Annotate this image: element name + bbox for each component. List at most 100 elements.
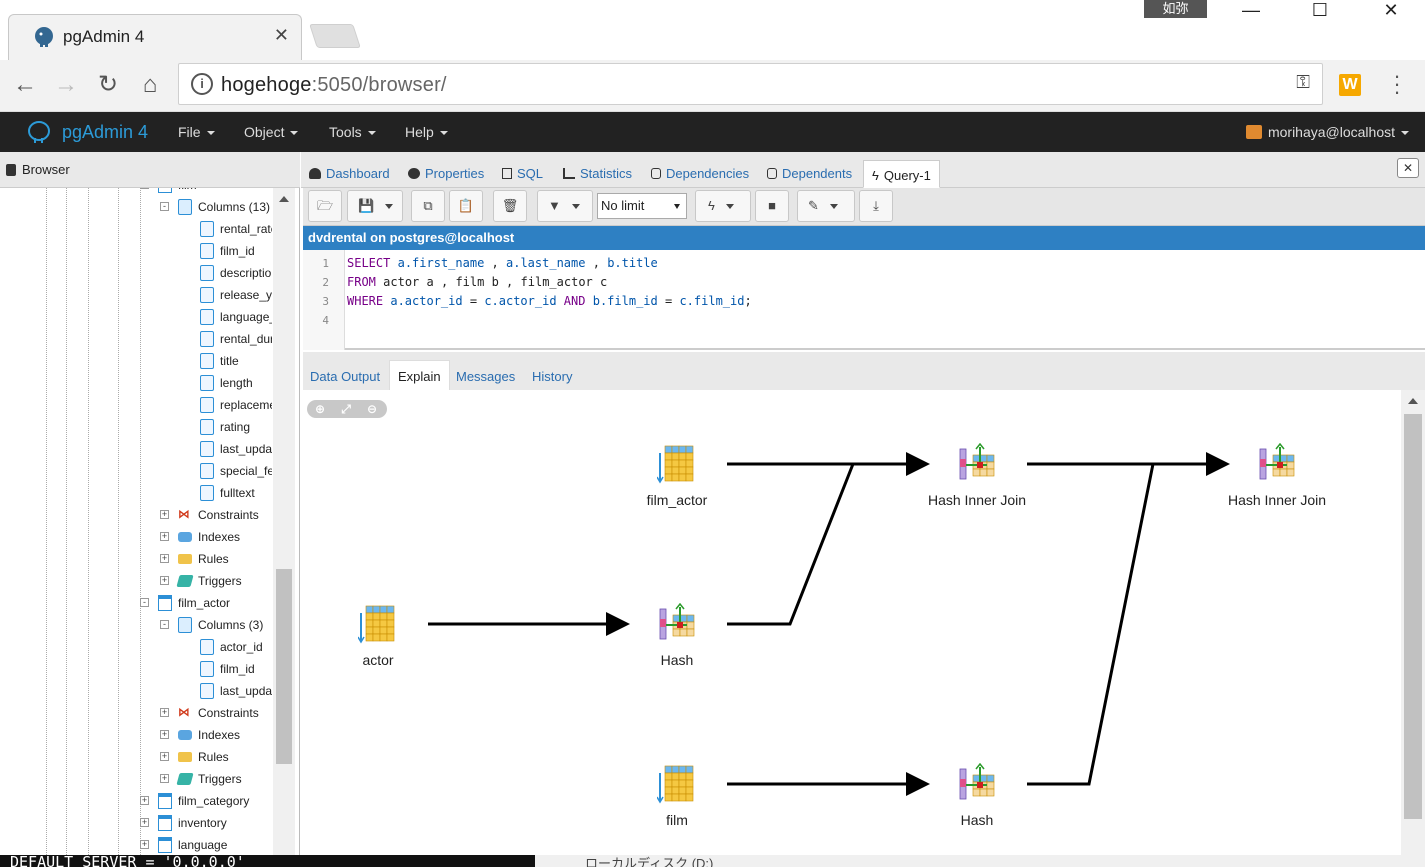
expand-icon[interactable]: + [160, 510, 169, 519]
expand-icon[interactable]: + [140, 796, 149, 805]
explain-scroll-thumb[interactable] [1404, 414, 1422, 819]
browser-panel-header: Browser [0, 152, 300, 188]
chevron-down-icon[interactable] [571, 204, 580, 210]
menu-tools[interactable]: Tools [329, 124, 376, 140]
chevron-down-icon[interactable] [725, 204, 734, 210]
delete-button[interactable]: 🗑 [493, 190, 527, 222]
tree-node-label: replacement_cost [220, 398, 272, 412]
scroll-up-icon[interactable] [1408, 398, 1418, 404]
hand-icon [651, 168, 661, 179]
explain-scrollbar[interactable] [1401, 390, 1425, 867]
extension-icon[interactable]: W [1339, 74, 1361, 96]
line-number: 4 [322, 314, 329, 327]
tree-node-label: description [220, 266, 272, 280]
tab-close-icon[interactable]: ✕ [274, 25, 289, 46]
column-icon [200, 309, 214, 325]
tree-node-label: film_id [220, 662, 255, 676]
tab-dependencies[interactable]: Dependencies [651, 166, 749, 181]
expand-icon[interactable]: + [140, 818, 149, 827]
collapse-icon[interactable]: - [140, 188, 149, 189]
expand-icon[interactable]: + [160, 554, 169, 563]
tree-node-label: film_actor [178, 596, 231, 610]
explain-canvas: ⊕ ⤢ ⊖ film_actor Hash Inner Join Hash In… [303, 390, 1401, 867]
tree-scroll-thumb[interactable] [276, 569, 292, 764]
column-icon [200, 441, 214, 457]
execute-button[interactable]: ϟ [695, 190, 751, 222]
column-icon [200, 661, 214, 677]
column-icon [200, 265, 214, 281]
chevron-down-icon[interactable] [829, 204, 838, 210]
tab-messages[interactable]: Messages [456, 369, 515, 384]
tab-data-output[interactable]: Data Output [310, 369, 380, 384]
key-icon[interactable]: ⚿ [1296, 72, 1310, 93]
collapse-icon[interactable]: - [160, 202, 169, 211]
plan-node[interactable]: Hash [907, 762, 1047, 828]
browser-menu-icon[interactable]: · · · [1390, 65, 1404, 103]
tab-dependents[interactable]: Dependents [767, 166, 852, 181]
minimize-icon[interactable]: — [1228, 0, 1274, 22]
tab-query-1[interactable]: ϟ Query-1 [863, 160, 940, 188]
chevron-down-icon[interactable] [385, 204, 394, 210]
forward-icon[interactable]: → [51, 70, 81, 100]
expand-icon[interactable]: + [160, 774, 169, 783]
close-panel-icon[interactable]: ✕ [1397, 158, 1419, 178]
column-icon [200, 485, 214, 501]
column-icon [200, 287, 214, 303]
triggers-icon [176, 773, 194, 785]
expand-icon[interactable]: + [140, 840, 149, 849]
plan-node[interactable]: Hash Inner Join [907, 442, 1047, 508]
object-tree: -film-Columns (13)rental_ratefilm_iddesc… [0, 188, 272, 867]
new-tab-button[interactable] [309, 24, 361, 48]
open-file-button[interactable]: 🗁 [308, 190, 342, 222]
plan-node[interactable]: actor [308, 603, 448, 668]
copy-button[interactable]: ⧉ [411, 190, 445, 222]
tree-node-label: release_year [220, 288, 272, 302]
hash-join-icon [959, 762, 995, 800]
plan-node[interactable]: Hash Inner Join [1207, 442, 1347, 508]
tab-history[interactable]: History [532, 369, 572, 384]
info-icon[interactable]: i [191, 73, 213, 95]
user-menu[interactable]: morihaya@localhost [1245, 124, 1409, 140]
window-close-icon[interactable]: ✕ [1368, 0, 1414, 22]
rules-icon [178, 752, 192, 762]
filter-button[interactable]: ▼ [537, 190, 593, 222]
menu-help[interactable]: Help [405, 124, 448, 140]
menu-file[interactable]: File [178, 124, 215, 140]
tab-statistics[interactable]: Statistics [563, 166, 632, 181]
address-bar[interactable]: i hogehoge:5050/browser/ ⚿ [178, 63, 1323, 105]
reload-icon[interactable]: ↻ [93, 70, 123, 100]
maximize-icon[interactable]: ☐ [1297, 0, 1343, 22]
expand-icon[interactable]: + [160, 576, 169, 585]
browser-panel: Browser - film - Columns (13) rental_ratefil… [0, 152, 300, 867]
home-icon[interactable]: ⌂ [135, 70, 165, 100]
collapse-icon[interactable]: - [140, 598, 149, 607]
expand-icon[interactable]: + [160, 532, 169, 541]
tree-guide-line [46, 188, 47, 867]
tab-dashboard[interactable]: Dashboard [309, 166, 390, 181]
browser-tab[interactable]: pgAdmin 4 ✕ [8, 14, 302, 60]
expand-icon[interactable]: + [160, 730, 169, 739]
edit-button[interactable]: ✎ [797, 190, 855, 222]
back-icon[interactable]: ← [10, 70, 40, 100]
limit-select[interactable]: No limit [597, 193, 687, 219]
plan-node-label: film [666, 812, 688, 828]
tab-strip: pgAdmin 4 ✕ 如弥 — ☐ ✕ [0, 0, 1425, 60]
expand-icon[interactable]: + [160, 708, 169, 717]
save-button[interactable]: 💾 [347, 190, 403, 222]
stop-button[interactable]: ■ [755, 190, 789, 222]
expand-icon[interactable]: + [160, 752, 169, 761]
tab-properties[interactable]: Properties [408, 166, 484, 181]
plan-node[interactable]: Hash [607, 602, 747, 668]
scroll-up-icon[interactable] [279, 196, 289, 202]
sql-editor[interactable]: 1 2 3 4 SELECT a.first_name , a.last_nam… [303, 250, 1425, 350]
tab-sql[interactable]: SQL [502, 166, 543, 181]
paste-button[interactable]: 📋 [449, 190, 483, 222]
tab-explain[interactable]: Explain [389, 360, 450, 390]
plan-node[interactable]: film [607, 763, 747, 828]
collapse-icon[interactable]: - [160, 620, 169, 629]
plan-node[interactable]: film_actor [607, 443, 747, 508]
column-icon [200, 419, 214, 435]
download-button[interactable]: ⤓ [859, 190, 893, 222]
tree-scrollbar[interactable] [273, 188, 295, 867]
menu-object[interactable]: Object [244, 124, 299, 140]
